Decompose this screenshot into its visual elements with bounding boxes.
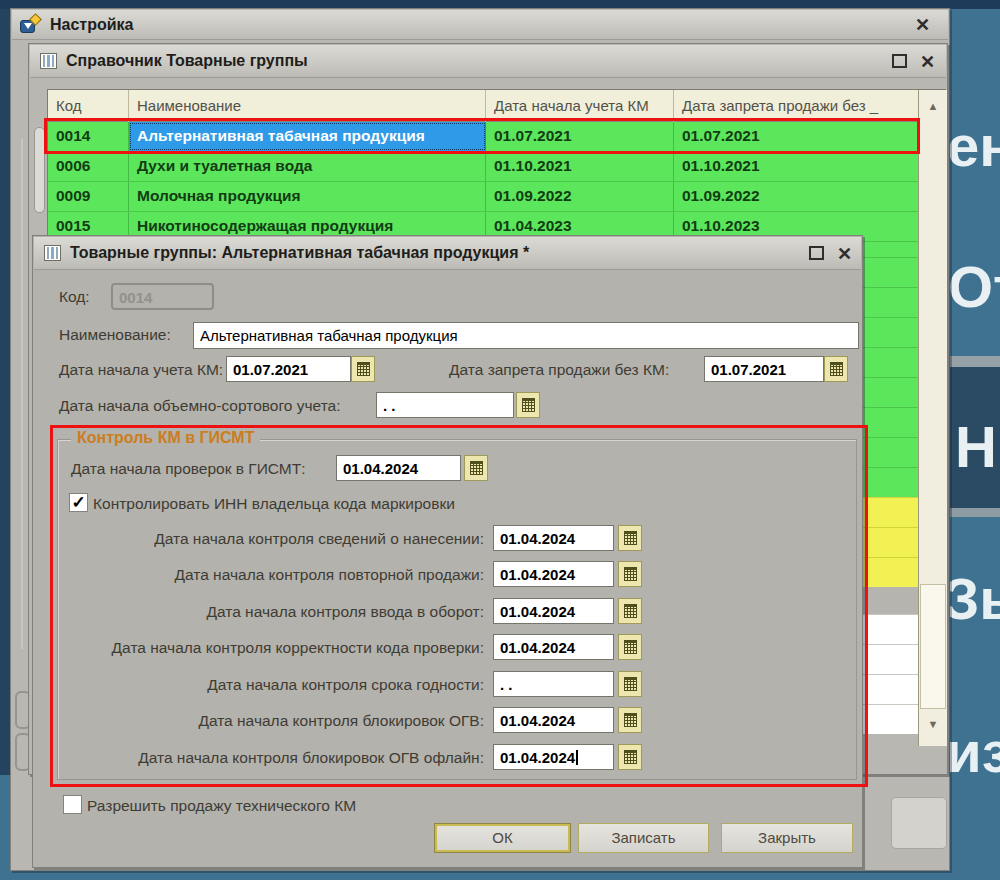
name-label: Наименование: xyxy=(59,326,171,344)
close-button[interactable]: Закрыть xyxy=(721,823,853,853)
date-volume-label: Дата начала объемно-сортового учета: xyxy=(59,397,341,415)
date-start-field[interactable]: 01.07.2021 xyxy=(226,356,351,382)
cell-date-start[interactable]: 01.10.2021 xyxy=(486,152,674,181)
background-text-fragment: из xyxy=(946,718,1000,785)
background-text-fragment: Зы xyxy=(943,565,1000,632)
code-label: Код: xyxy=(59,288,90,306)
cell-code[interactable]: 0009 xyxy=(48,182,129,211)
cell-code[interactable]: 0006 xyxy=(48,152,129,181)
background-button-fragment xyxy=(891,797,947,849)
write-button[interactable]: Записать xyxy=(578,823,709,853)
cell-name[interactable]: Духи и туалетная вода xyxy=(129,152,486,181)
code-field: 0014 xyxy=(111,283,214,310)
scroll-up-icon[interactable]: ▲ xyxy=(919,100,947,112)
background-text-fragment: От xyxy=(948,253,1000,320)
background-text-fragment: ен xyxy=(947,112,1000,179)
date-ban-field[interactable]: 01.07.2021 xyxy=(704,356,824,382)
tech-checkbox-label: Разрешить продажу технического КМ xyxy=(87,797,356,815)
scroll-down-icon[interactable]: ▼ xyxy=(919,718,947,730)
annotation-group-box xyxy=(50,425,868,787)
scroll-thumb[interactable] xyxy=(920,584,946,709)
desktop: ен От Н Зы из Настройка ✕ Справочник Тов… xyxy=(0,0,1000,880)
cell-date-start[interactable]: 01.09.2022 xyxy=(486,182,674,211)
background-gray-strip xyxy=(950,356,1000,367)
cell-name[interactable]: Молочная продукция xyxy=(129,182,486,211)
background-gray-strip-2 xyxy=(950,508,1000,517)
form-icon xyxy=(19,15,41,35)
window-nastroyka-titlebar[interactable]: Настройка ✕ xyxy=(12,10,948,40)
date-volume-field[interactable]: . . xyxy=(376,392,514,418)
maximize-icon[interactable] xyxy=(809,246,824,260)
close-icon[interactable]: ✕ xyxy=(920,53,935,71)
background-text-fragment: Н xyxy=(955,413,997,480)
table-row[interactable]: 0006 Духи и туалетная вода 01.10.2021 01… xyxy=(48,152,918,182)
background-divider xyxy=(21,139,23,649)
maximize-icon[interactable] xyxy=(892,54,907,68)
dialog-titlebar[interactable]: Товарные группы: Альтернативная табачная… xyxy=(34,237,861,270)
window-title: Настройка xyxy=(50,16,133,34)
calendar-button[interactable] xyxy=(824,356,848,382)
window-title: Справочник Товарные группы xyxy=(66,52,308,70)
cell-date-ban[interactable]: 01.09.2022 xyxy=(674,182,918,211)
date-start-label: Дата начала учета КМ: xyxy=(59,361,223,379)
table-icon xyxy=(40,53,57,69)
name-field[interactable]: Альтернативная табачная продукция xyxy=(193,322,859,349)
window-spravochnik-titlebar[interactable]: Справочник Товарные группы ✕ xyxy=(30,45,946,78)
calendar-button[interactable] xyxy=(516,392,540,418)
annotation-selected-row xyxy=(44,118,920,154)
date-ban-label: Дата запрета продажи без КМ: xyxy=(449,361,669,379)
table-icon xyxy=(44,245,61,261)
table-vscrollbar[interactable]: ▲ ▼ xyxy=(918,90,947,746)
cell-date-ban[interactable]: 01.10.2021 xyxy=(674,152,918,181)
dialog-title: Товарные группы: Альтернативная табачная… xyxy=(70,244,529,262)
table-row[interactable]: 0009 Молочная продукция 01.09.2022 01.09… xyxy=(48,182,918,212)
calendar-button[interactable] xyxy=(351,356,375,382)
close-icon[interactable]: ✕ xyxy=(837,245,852,263)
desktop-left-strip xyxy=(0,9,10,775)
ok-button[interactable]: ОК xyxy=(434,823,571,853)
close-icon[interactable]: ✕ xyxy=(915,16,930,34)
tech-checkbox[interactable] xyxy=(63,795,82,814)
